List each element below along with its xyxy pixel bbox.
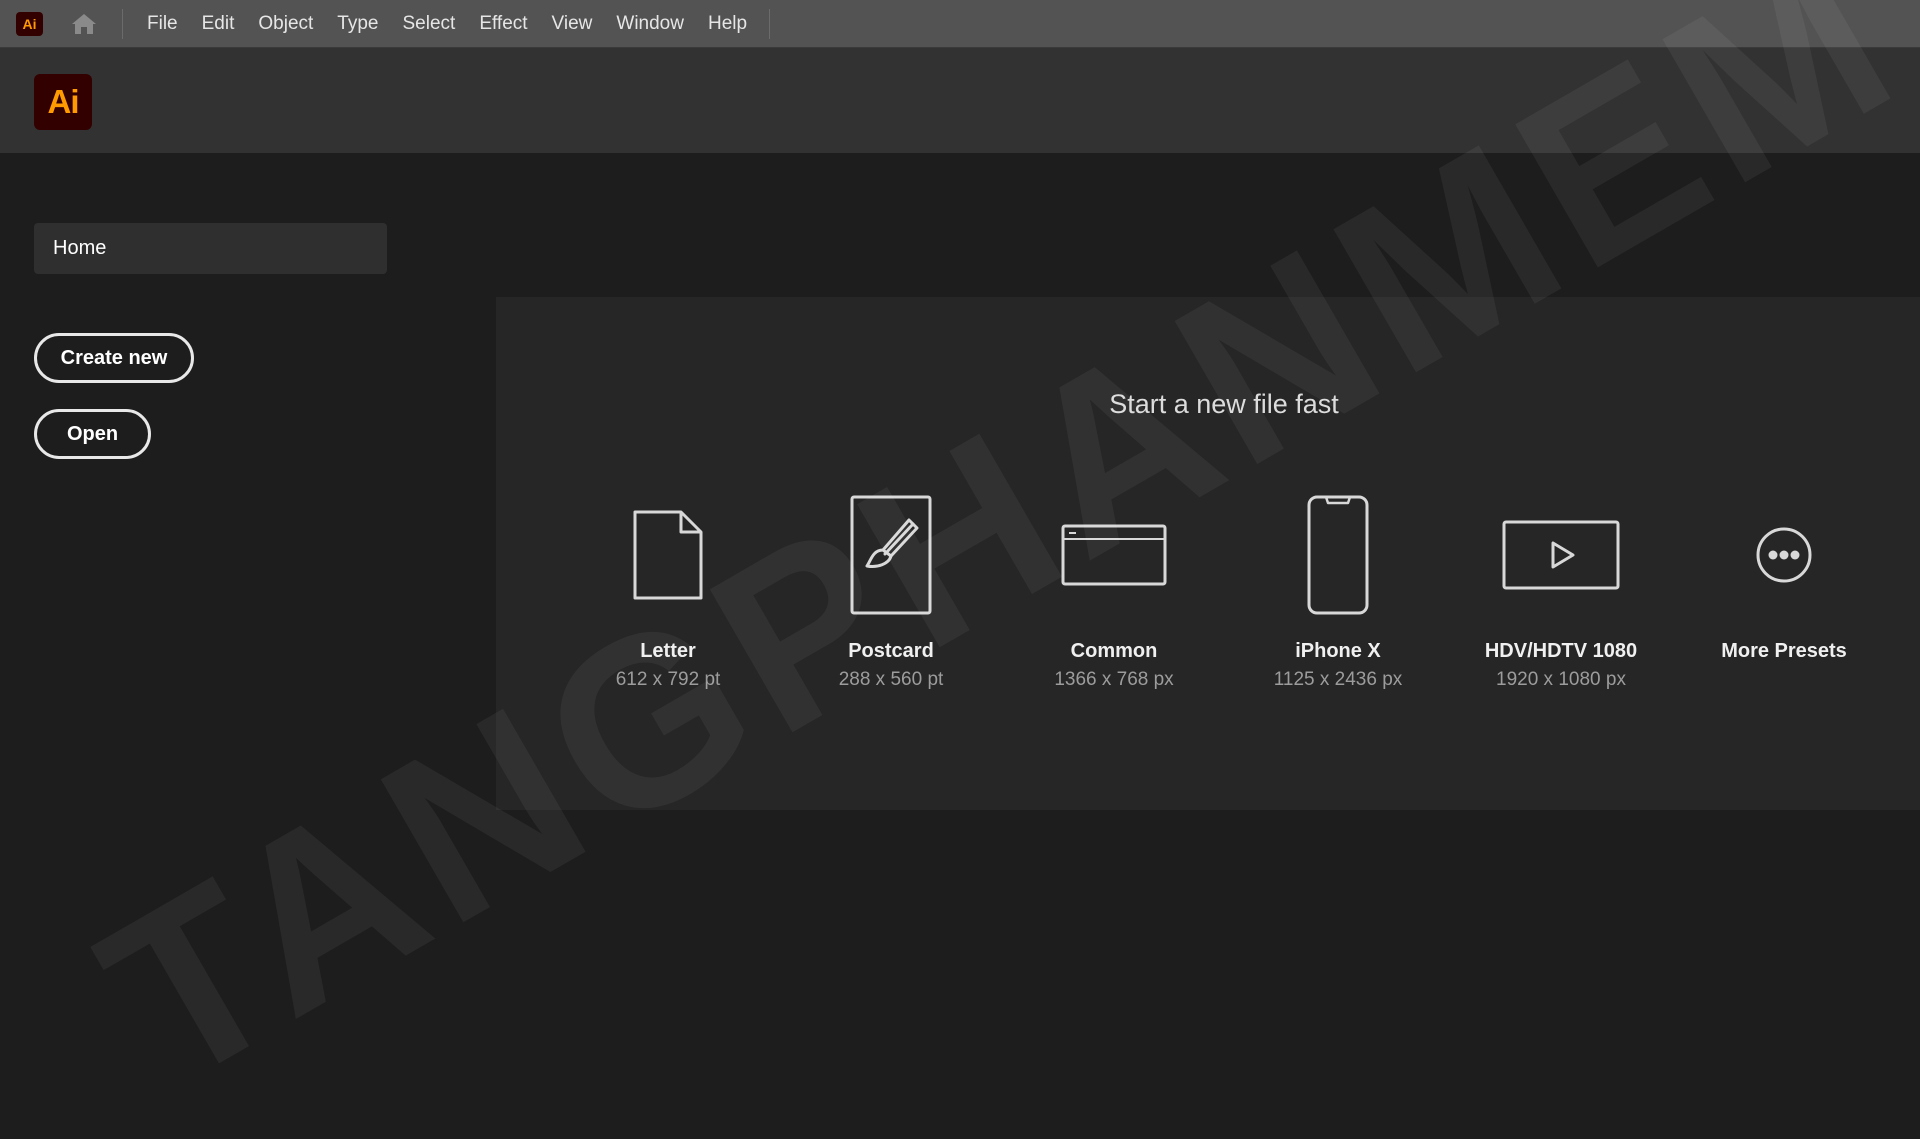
create-new-button[interactable]: Create new: [34, 333, 194, 383]
menu-window[interactable]: Window: [604, 0, 696, 48]
home-icon[interactable]: [68, 10, 100, 38]
menu-type[interactable]: Type: [325, 0, 390, 48]
sidebar-item-home[interactable]: Home: [34, 223, 387, 274]
menu-help[interactable]: Help: [696, 0, 759, 48]
menu-bar: Ai File Edit Object Type Select Effect V…: [0, 0, 1920, 48]
preset-name: More Presets: [1721, 640, 1847, 662]
preset-size: 1920 x 1080 px: [1496, 669, 1626, 690]
preset-more[interactable]: More Presets: [1673, 492, 1895, 663]
preset-name: Letter: [640, 640, 696, 662]
preset-size: 288 x 560 pt: [838, 669, 944, 690]
preset-size: 1366 x 768 px: [1054, 669, 1174, 690]
document-icon: [557, 492, 779, 617]
app-header: Ai: [0, 48, 1920, 153]
preset-iphone-x[interactable]: iPhone X 1125 x 2436 px: [1227, 492, 1449, 691]
preset-name: iPhone X: [1295, 640, 1381, 662]
preset-size: 612 x 792 pt: [615, 669, 721, 690]
preset-name: Postcard: [848, 640, 934, 662]
open-button[interactable]: Open: [34, 409, 151, 459]
more-icon: [1673, 492, 1895, 617]
phone-icon: [1227, 492, 1449, 617]
menu-view[interactable]: View: [540, 0, 605, 48]
create-new-label: Create new: [60, 346, 168, 369]
menu-file[interactable]: File: [135, 0, 190, 48]
preset-common[interactable]: Common 1366 x 768 px: [1003, 492, 1225, 691]
brush-icon: [780, 492, 1002, 617]
menu-effect[interactable]: Effect: [467, 0, 539, 48]
preset-hdtv[interactable]: HDV/HDTV 1080 1920 x 1080 px: [1450, 492, 1672, 691]
browser-window-icon: [1003, 492, 1225, 617]
sidebar-item-label: Home: [53, 237, 107, 259]
open-label: Open: [66, 422, 119, 445]
menu-select[interactable]: Select: [391, 0, 468, 48]
preset-size: 1125 x 2436 px: [1273, 669, 1403, 690]
app-logo: Ai: [34, 74, 92, 130]
preset-letter[interactable]: Letter 612 x 792 pt: [557, 492, 779, 691]
app-logo-small: Ai: [16, 11, 43, 36]
preset-name: HDV/HDTV 1080: [1484, 640, 1638, 662]
menu-separator: [769, 8, 771, 39]
video-play-icon: [1450, 492, 1672, 617]
panel-title: Start a new file fast: [1109, 389, 1339, 419]
quick-start-panel: Start a new file fast Letter 612 x 792 p…: [496, 297, 1920, 810]
menu-separator: [122, 8, 123, 39]
menu-edit[interactable]: Edit: [190, 0, 247, 48]
preset-postcard[interactable]: Postcard 288 x 560 pt: [780, 492, 1002, 691]
menu-object[interactable]: Object: [246, 0, 325, 48]
preset-name: Common: [1070, 640, 1158, 662]
